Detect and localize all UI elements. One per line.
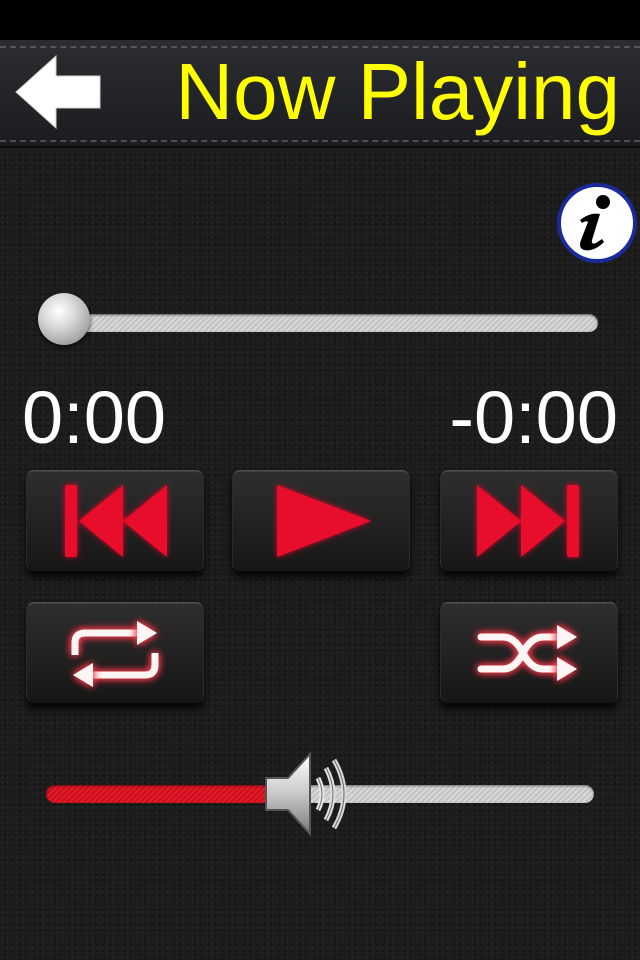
play-button[interactable] — [232, 470, 410, 571]
play-icon — [277, 485, 371, 557]
info-button[interactable] — [556, 182, 638, 264]
shuffle-icon — [477, 625, 577, 681]
page-title: Now Playing — [175, 47, 620, 136]
volume-knob[interactable] — [260, 748, 356, 840]
previous-track-button[interactable] — [26, 470, 204, 571]
shuffle-button[interactable] — [440, 602, 618, 703]
repeat-button[interactable] — [26, 602, 204, 703]
skip-next-icon — [477, 485, 579, 557]
volume-track-filled[interactable] — [46, 785, 277, 803]
repeat-icon — [71, 621, 159, 687]
skip-previous-icon — [65, 485, 167, 557]
navigation-bar: Now Playing — [0, 40, 640, 148]
arrow-left-icon — [15, 54, 101, 130]
progress-track[interactable] — [42, 314, 598, 332]
info-icon — [557, 183, 637, 263]
status-bar-area — [0, 0, 640, 40]
progress-knob[interactable] — [38, 293, 90, 345]
remaining-time: -0:00 — [449, 376, 618, 459]
elapsed-time: 0:00 — [22, 376, 167, 459]
speaker-icon — [265, 751, 347, 837]
next-track-button[interactable] — [440, 470, 618, 571]
back-button[interactable] — [12, 52, 104, 132]
